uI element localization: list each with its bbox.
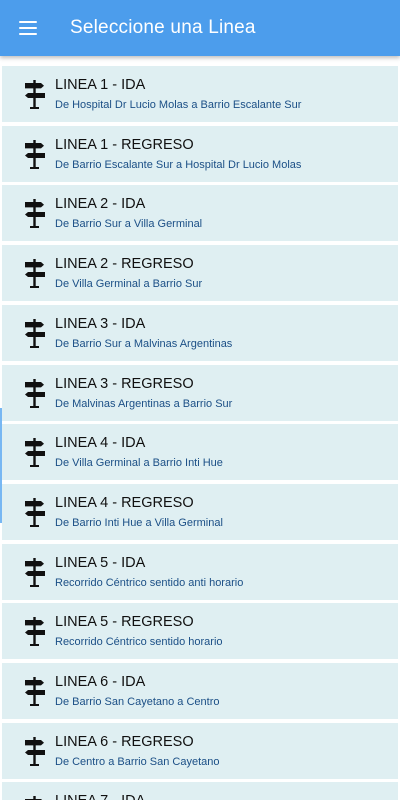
line-route: De Hospital Dr Lucio Molas a Barrio Esca…	[55, 99, 302, 111]
line-list-item[interactable]: LINEA 1 - IDA De Hospital Dr Lucio Molas …	[2, 66, 398, 122]
line-title: LINEA 7 - IDA	[55, 793, 145, 800]
line-list-item[interactable]: LINEA 1 - REGRESO De Barrio Escalante Sur…	[2, 125, 398, 182]
line-title: LINEA 6 - IDA	[55, 674, 146, 690]
line-route: De Villa Germinal a Barrio Sur	[55, 278, 203, 291]
line-title: LINEA 5 - IDA	[55, 554, 146, 571]
line-list-item[interactable]: LINEA 7 - IDA	[2, 782, 398, 800]
signpost-icon	[24, 616, 46, 646]
line-title: LINEA 6 - REGRESO	[55, 733, 194, 750]
line-title: LINEA 2 - REGRESO	[55, 256, 194, 273]
line-title: LINEA 1 - IDA	[55, 77, 146, 93]
signpost-icon	[24, 795, 46, 800]
line-route: De Barrio Escalante Sur a Hospital Dr Lu…	[55, 158, 302, 171]
line-title: LINEA 3 - IDA	[55, 315, 146, 332]
signpost-icon	[24, 437, 46, 467]
line-route: De Villa Germinal a Barrio Inti Hue	[55, 457, 223, 470]
signpost-icon	[24, 79, 46, 109]
line-route: De Barrio Inti Hue a Villa Germinal	[55, 516, 223, 529]
signpost-icon	[24, 676, 46, 706]
line-route: De Barrio Sur a Villa Germinal	[55, 218, 203, 231]
page-title: Seleccione una Linea	[70, 17, 256, 38]
signpost-icon	[24, 736, 46, 766]
line-list-item[interactable]: LINEA 2 - REGRESO De Villa Germinal a Bar…	[2, 245, 398, 302]
line-title: LINEA 3 - REGRESO	[55, 375, 194, 392]
line-title: LINEA 4 - REGRESO	[55, 494, 194, 511]
signpost-icon	[24, 258, 46, 288]
line-list-item[interactable]: LINEA 3 - REGRESO De Malvinas Argentinas …	[2, 364, 398, 421]
line-title: LINEA 4 - IDA	[55, 435, 146, 452]
line-route: De Malvinas Argentinas a Barrio Sur	[55, 397, 233, 410]
app-bar: Seleccione una Linea	[0, 0, 400, 56]
line-title: LINEA 5 - REGRESO	[55, 614, 194, 631]
line-title: LINEA 2 - IDA	[55, 196, 146, 213]
scroll-edge-indicator	[0, 408, 2, 523]
signpost-icon	[24, 557, 46, 587]
signpost-icon	[24, 139, 46, 169]
line-list[interactable]: LINEA 1 - IDA De Hospital Dr Lucio Molas …	[0, 56, 400, 800]
hamburger-menu-icon	[19, 21, 37, 35]
signpost-icon	[24, 378, 46, 408]
line-route: De Barrio Sur a Malvinas Argentinas	[55, 337, 233, 350]
line-list-item[interactable]: LINEA 4 - REGRESO De Barrio Inti Hue a Vi…	[2, 483, 398, 540]
line-list-item[interactable]: LINEA 6 - IDA De Barrio San Cayetano a Ce…	[2, 663, 398, 719]
line-route: De Centro a Barrio San Cayetano	[55, 755, 220, 768]
signpost-icon	[24, 497, 46, 527]
line-route: Recorrido Céntrico sentido anti horario	[55, 576, 244, 589]
line-route: Recorrido Céntrico sentido horario	[55, 636, 223, 649]
line-list-item[interactable]: LINEA 3 - IDA De Barrio Sur a Malvinas Ar…	[2, 304, 398, 361]
signpost-icon	[24, 198, 46, 228]
line-route: De Barrio San Cayetano a Centro	[55, 696, 220, 708]
line-title: LINEA 1 - REGRESO	[55, 136, 194, 153]
line-list-item[interactable]: LINEA 5 - IDA Recorrido Céntrico sentido …	[2, 543, 398, 600]
line-list-item[interactable]: LINEA 4 - IDA De Villa Germinal a Barrio …	[2, 424, 398, 481]
signpost-icon	[24, 318, 46, 348]
line-list-item[interactable]: LINEA 5 - REGRESO Recorrido Céntrico sent…	[2, 603, 398, 660]
line-list-item[interactable]: LINEA 6 - REGRESO De Centro a Barrio San …	[2, 722, 398, 779]
line-list-item[interactable]: LINEA 2 - IDA De Barrio Sur a Villa Germi…	[2, 185, 398, 242]
menu-button[interactable]	[10, 10, 46, 46]
